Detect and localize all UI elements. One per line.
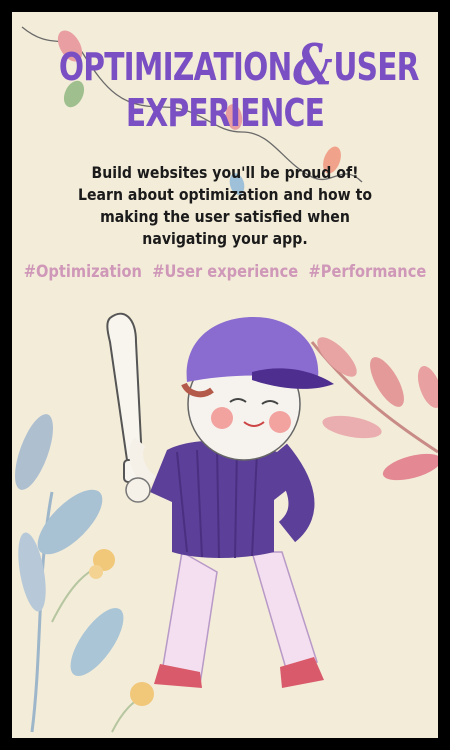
hashtag-user-experience: #User experience — [152, 262, 299, 282]
ampersand-glyph: & — [293, 32, 332, 98]
hashtag-list: #Optimization #User experience #Performa… — [24, 262, 427, 282]
subtitle-text: Build websites you'll be proud of! Learn… — [78, 163, 372, 248]
title-line-1: OPTIMIZATION&USER — [58, 37, 420, 93]
title-line-2: EXPERIENCE — [125, 91, 325, 135]
title-word-optimization: OPTIMIZATION — [58, 45, 293, 89]
page-title: OPTIMIZATION&USER EXPERIENCE — [58, 37, 420, 136]
title-word-user: USER — [333, 45, 419, 89]
hashtag-optimization: #Optimization — [23, 262, 142, 282]
poster-card: OPTIMIZATION&USER EXPERIENCE Build websi… — [12, 12, 438, 738]
hashtag-performance: #Performance — [308, 262, 427, 282]
